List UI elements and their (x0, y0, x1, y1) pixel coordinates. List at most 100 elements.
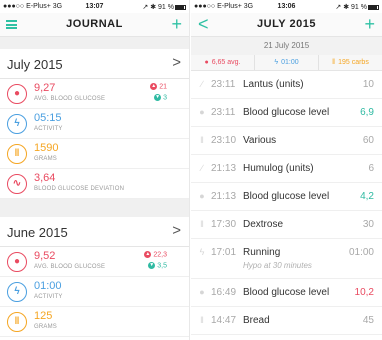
arrow-up-icon: ▲ (150, 83, 158, 90)
log-entry[interactable]: ● 21:13 Blood glucose level 4,2 (191, 183, 382, 211)
battery-label: ↗ ✱ 91 % (142, 4, 174, 11)
log-entry[interactable]: ‖ 23:10 Various 60 (191, 127, 382, 155)
stat-label: AVG. BLOOD GLUCOSE (34, 96, 106, 102)
log-entry[interactable]: ϟ 17:01 Running Hypo at 30 minutes 01:00 (191, 239, 382, 279)
syringe-icon: ∕ (201, 163, 203, 173)
log-entry[interactable]: ‖ 17:30 Dextrose 30 (191, 211, 382, 239)
bolt-icon: ϟ (274, 59, 279, 66)
entry-name: Blood glucose level (243, 191, 330, 202)
add-button[interactable]: + (171, 14, 182, 34)
trend-icon: ∿ (7, 174, 27, 194)
entry-name: Blood glucose level (243, 287, 330, 298)
entry-name: Lantus (units) (243, 79, 304, 90)
stat-label: BLOOD GLUCOSE DEVIATION (34, 186, 125, 192)
arrow-up-icon: ▲ (144, 251, 152, 258)
stat-avg-glucose: ● 9,52 AVG. BLOOD GLUCOSE ▲ 22,3 ▼ 3,5 (0, 247, 189, 277)
entry-value: 30 (362, 219, 374, 230)
journal-screen: ●●●○○ E-Plus+ 3G 13:07 ↗ ✱ 91 % JOURNAL … (0, 0, 190, 340)
cutlery-icon: ‖ (332, 59, 336, 66)
summary-carbs: ‖ 195 carbs (319, 55, 382, 70)
chevron-right-icon: > (172, 222, 181, 239)
section-gap (0, 199, 189, 217)
entry-value: 45 (362, 315, 374, 326)
stat-label: ACTIVITY (34, 126, 63, 132)
drop-icon: ● (199, 107, 205, 117)
stat-activity: ϟ 01:00 ACTIVITY (0, 277, 189, 307)
stat-value: 9,27 (34, 82, 56, 94)
drop-icon: ● (7, 252, 27, 272)
status-bar: ●●●○○ E-Plus+ 3G 13:07 ↗ ✱ 91 % (0, 0, 189, 13)
entry-value: 10,2 (354, 287, 374, 298)
entry-name: Dextrose (243, 219, 284, 230)
cutlery-icon: ‖ (7, 312, 27, 332)
min-value-text: 3 (163, 94, 167, 102)
summary-activity-value: 01:00 (281, 59, 299, 66)
entry-value: 4,2 (360, 191, 374, 202)
entry-value: 10 (362, 79, 374, 90)
nav-bar: < JULY 2015 + (191, 13, 382, 37)
entry-name: Various (243, 135, 277, 146)
month-detail-screen: ●●●○○ E-Plus+ 3G 13:06 ↗ ✱ 91 % < JULY 2… (191, 0, 382, 340)
battery-indicator: ↗ ✱ 91 % (335, 3, 379, 11)
bolt-icon: ϟ (7, 114, 27, 134)
entry-name: Bread (243, 315, 270, 326)
entry-value: 6 (368, 163, 374, 174)
day-header: 21 July 2015 (191, 37, 382, 55)
max-value: ▲ 21 (150, 83, 167, 90)
cutlery-icon: ‖ (200, 219, 204, 229)
page-title: JULY 2015 (257, 18, 316, 30)
bolt-icon: ϟ (7, 282, 27, 302)
entry-time: 21:13 (211, 191, 237, 202)
month-name: June 2015 (7, 225, 68, 240)
status-bar: ●●●○○ E-Plus+ 3G 13:06 ↗ ✱ 91 % (191, 0, 382, 13)
cutlery-icon: ‖ (200, 135, 204, 145)
day-summary: ● 6,65 avg. ϟ 01:00 ‖ 195 carbs (191, 55, 382, 71)
month-header-june[interactable]: June 2015 > (0, 217, 189, 247)
drop-icon: ● (204, 59, 209, 66)
stat-avg-glucose: ● 9,27 AVG. BLOOD GLUCOSE ▲ 21 ▼ 3 (0, 79, 189, 109)
summary-glucose: ● 6,65 avg. (191, 55, 255, 70)
month-header-july[interactable]: July 2015 > (0, 49, 189, 79)
entry-value: 01:00 (348, 247, 374, 258)
arrow-down-icon: ▼ (148, 262, 156, 269)
summary-activity: ϟ 01:00 (255, 55, 319, 70)
entry-note: Hypo at 30 minutes (243, 261, 312, 270)
log-entry[interactable]: ‖ 14:47 Bread 45 (191, 307, 382, 335)
entry-name: Blood glucose level (243, 107, 330, 118)
cutlery-icon: ‖ (7, 144, 27, 164)
bolt-icon: ϟ (199, 247, 205, 257)
entry-time: 23:10 (211, 135, 237, 146)
entry-time: 21:13 (211, 163, 237, 174)
log-entry[interactable]: ∕ 23:11 Lantus (units) 10 (191, 71, 382, 99)
entry-time: 17:30 (211, 219, 237, 230)
entry-time: 23:11 (211, 107, 236, 118)
min-value-text: 3,5 (157, 262, 167, 270)
cutlery-icon: ‖ (200, 315, 204, 325)
log-entry[interactable]: ● 23:11 Blood glucose level 6,9 (191, 99, 382, 127)
entry-time: 23:11 (211, 79, 236, 90)
summary-glucose-value: 6,65 avg. (211, 59, 241, 66)
stat-grams: ‖ 125 GRAMS (0, 307, 189, 337)
battery-icon (175, 4, 186, 10)
stat-label: ACTIVITY (34, 294, 63, 300)
drop-icon: ● (7, 84, 27, 104)
stat-label: GRAMS (34, 324, 58, 330)
stat-value: 9,52 (34, 250, 56, 262)
battery-label: ↗ ✱ 91 % (335, 4, 367, 11)
entry-time: 14:47 (211, 315, 237, 326)
month-name: July 2015 (7, 57, 63, 72)
min-value: ▼ 3,5 (148, 262, 167, 269)
drop-icon: ● (199, 287, 205, 297)
max-value-text: 22,3 (153, 251, 167, 259)
add-button[interactable]: + (364, 14, 375, 34)
stat-label: GRAMS (34, 156, 58, 162)
drop-icon: ● (199, 191, 205, 201)
log-entry[interactable]: ∕ 21:13 Humulog (units) 6 (191, 155, 382, 183)
max-value-text: 21 (159, 83, 167, 91)
max-value: ▲ 22,3 (144, 251, 167, 258)
stat-grams: ‖ 1590 GRAMS (0, 139, 189, 169)
chevron-right-icon: > (172, 54, 181, 71)
stat-activity: ϟ 05:15 ACTIVITY (0, 109, 189, 139)
stat-value: 1590 (34, 142, 59, 154)
log-entry[interactable]: ● 16:49 Blood glucose level 10,2 (191, 279, 382, 307)
